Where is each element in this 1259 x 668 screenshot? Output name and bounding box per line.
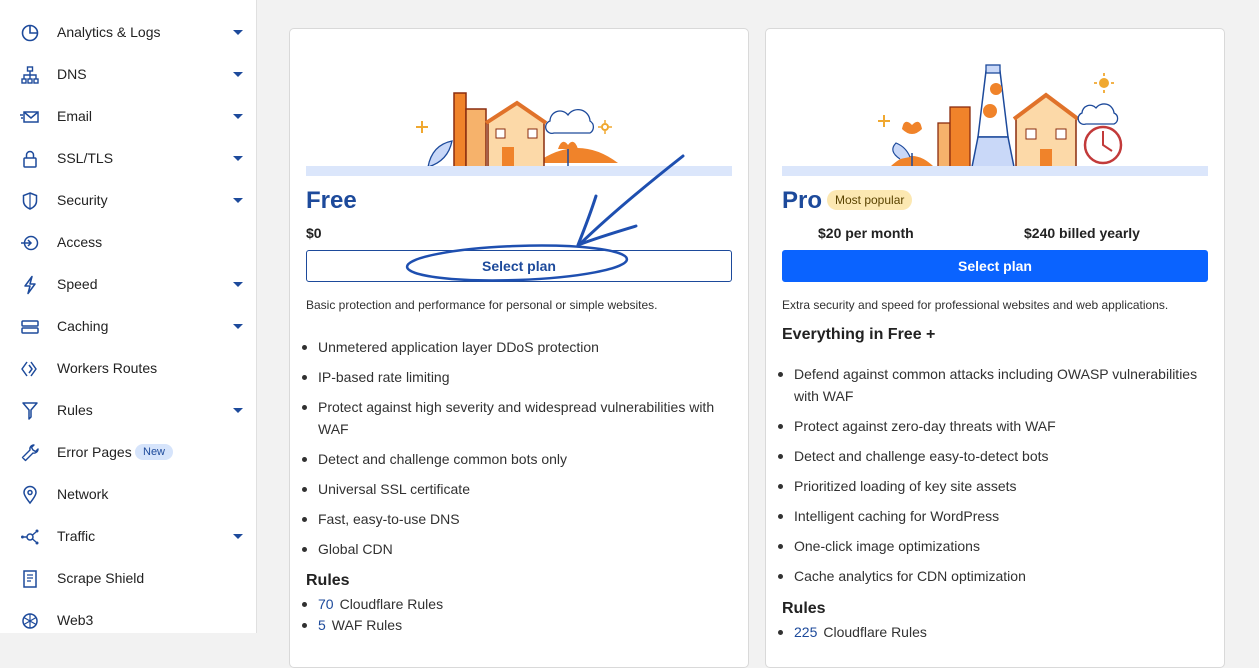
rules-list: 70 Cloudflare Rules 5 WAF Rules <box>301 594 444 636</box>
sidebar-item-ssl-tls[interactable]: SSL/TLS <box>0 138 256 180</box>
sidebar-item-label: Scrape Shield <box>57 570 145 586</box>
wrench-icon <box>20 443 40 463</box>
analytics-icon <box>20 23 40 43</box>
chevron-down-icon <box>233 156 243 161</box>
sidebar-item-scrape-shield[interactable]: Scrape Shield <box>0 558 256 600</box>
sidebar-item-label: Email <box>57 108 93 124</box>
sidebar-item-rules[interactable]: Rules <box>0 390 256 432</box>
feature-item: Prioritized loading of key site assets <box>778 475 1202 497</box>
sidebar-item-label: DNS <box>57 66 87 82</box>
free-plan-card: Free $0 Select plan Basic protection and… <box>289 28 749 668</box>
feature-list: Unmetered application layer DDoS protect… <box>302 336 726 568</box>
sidebar-item-label: Speed <box>57 276 98 292</box>
feature-item: Protect against high severity and widesp… <box>302 396 726 440</box>
feature-item: IP-based rate limiting <box>302 366 726 388</box>
free-plan-illustration <box>416 92 618 168</box>
feature-item: Detect and challenge common bots only <box>302 448 726 470</box>
illustration-base <box>782 166 1208 176</box>
plan-title: Pro <box>782 187 823 214</box>
lock-icon <box>20 149 40 169</box>
rule-label: Cloudflare Rules <box>339 596 444 612</box>
monthly-price: $20 per month <box>818 225 914 241</box>
sidebar-item-label: Traffic <box>57 528 96 544</box>
workers-icon <box>20 359 40 379</box>
select-plan-button[interactable]: Select plan <box>782 250 1208 282</box>
shield-icon <box>20 191 40 211</box>
feature-list: Defend against common attacks including … <box>778 363 1202 595</box>
sidebar-item-label: Analytics & Logs <box>57 24 161 40</box>
sidebar-item-label: Rules <box>57 402 93 418</box>
web3-icon <box>20 611 40 631</box>
sidebar-item-label: Security <box>57 192 108 208</box>
feature-item: Unmetered application layer DDoS protect… <box>302 336 726 358</box>
sidebar-item-speed[interactable]: Speed <box>0 264 256 306</box>
rules-heading: Rules <box>782 600 826 617</box>
feature-item: Defend against common attacks including … <box>778 363 1202 407</box>
dns-icon <box>20 65 40 85</box>
sidebar-item-label: Error Pages <box>57 444 132 460</box>
rule-label: WAF Rules <box>331 617 403 633</box>
sidebar-item-label: Web3 <box>57 612 94 628</box>
feature-item: Intelligent caching for WordPress <box>778 505 1202 527</box>
illustration-base <box>306 166 732 176</box>
plan-price: $0 <box>306 225 322 241</box>
feature-item: Detect and challenge easy-to-detect bots <box>778 445 1202 467</box>
sidebar-item-label: Caching <box>57 318 109 334</box>
rules-heading: Rules <box>306 572 350 589</box>
sidebar-item-network[interactable]: Network <box>0 474 256 516</box>
sidebar-item-label: Workers Routes <box>57 360 158 376</box>
chevron-down-icon <box>233 282 243 287</box>
sidebar-item-dns[interactable]: DNS <box>0 54 256 96</box>
email-icon <box>20 107 40 127</box>
plan-description: Basic protection and performance for per… <box>306 298 658 312</box>
most-popular-badge: Most popular <box>827 190 913 210</box>
sidebar-item-workers-routes[interactable]: Workers Routes <box>0 348 256 390</box>
feature-item: Global CDN <box>302 538 726 560</box>
feature-item: Universal SSL certificate <box>302 478 726 500</box>
rules-icon <box>20 401 40 421</box>
yearly-price: $240 billed yearly <box>1024 225 1140 241</box>
select-plan-button[interactable]: Select plan <box>306 250 732 282</box>
plan-title: Free <box>306 187 357 214</box>
chevron-down-icon <box>233 324 243 329</box>
chevron-down-icon <box>233 534 243 539</box>
document-icon <box>20 569 40 589</box>
access-icon <box>20 233 40 253</box>
sidebar-item-error-pages[interactable]: Error Pages New <box>0 432 256 474</box>
feature-item: Protect against zero-day threats with WA… <box>778 415 1202 437</box>
feature-item: One-click image optimizations <box>778 535 1202 557</box>
chevron-down-icon <box>233 30 243 35</box>
chevron-down-icon <box>233 72 243 77</box>
sidebar-item-security[interactable]: Security <box>0 180 256 222</box>
sidebar-item-label: SSL/TLS <box>57 150 114 166</box>
rule-count-link[interactable]: 5 <box>318 617 326 633</box>
feature-item: Cache analytics for CDN optimization <box>778 565 1202 587</box>
sidebar-item-label: Network <box>57 486 109 502</box>
plan-description: Extra security and speed for professiona… <box>782 298 1169 312</box>
new-badge: New <box>135 444 174 460</box>
chevron-down-icon <box>233 198 243 203</box>
feature-item: Fast, easy-to-use DNS <box>302 508 726 530</box>
sidebar-item-email[interactable]: Email <box>0 96 256 138</box>
rules-item: 70 Cloudflare Rules <box>301 594 444 615</box>
rule-label: Cloudflare Rules <box>823 624 927 640</box>
chevron-down-icon <box>233 408 243 413</box>
sidebar-item-traffic[interactable]: Traffic <box>0 516 256 558</box>
pro-plan-illustration <box>878 64 1123 168</box>
traffic-icon <box>20 527 40 547</box>
rule-count-link[interactable]: 225 <box>794 624 817 640</box>
sidebar-item-label: Access <box>57 234 103 250</box>
chevron-down-icon <box>233 114 243 119</box>
rule-count-link[interactable]: 70 <box>318 596 334 612</box>
includes-heading: Everything in Free + <box>782 326 936 343</box>
sidebar-item-analytics-logs[interactable]: Analytics & Logs <box>0 12 256 54</box>
sidebar-item-web3[interactable]: Web3 <box>0 600 256 633</box>
caching-icon <box>20 317 40 337</box>
sidebar-item-access[interactable]: Access <box>0 222 256 264</box>
sidebar-item-caching[interactable]: Caching <box>0 306 256 348</box>
location-pin-icon <box>20 485 40 505</box>
lightning-icon <box>20 275 40 295</box>
sidebar: Analytics & Logs DNS Email SSL/TLS Secur… <box>0 0 257 633</box>
pro-plan-card: Pro Most popular $20 per month $240 bill… <box>765 28 1225 668</box>
